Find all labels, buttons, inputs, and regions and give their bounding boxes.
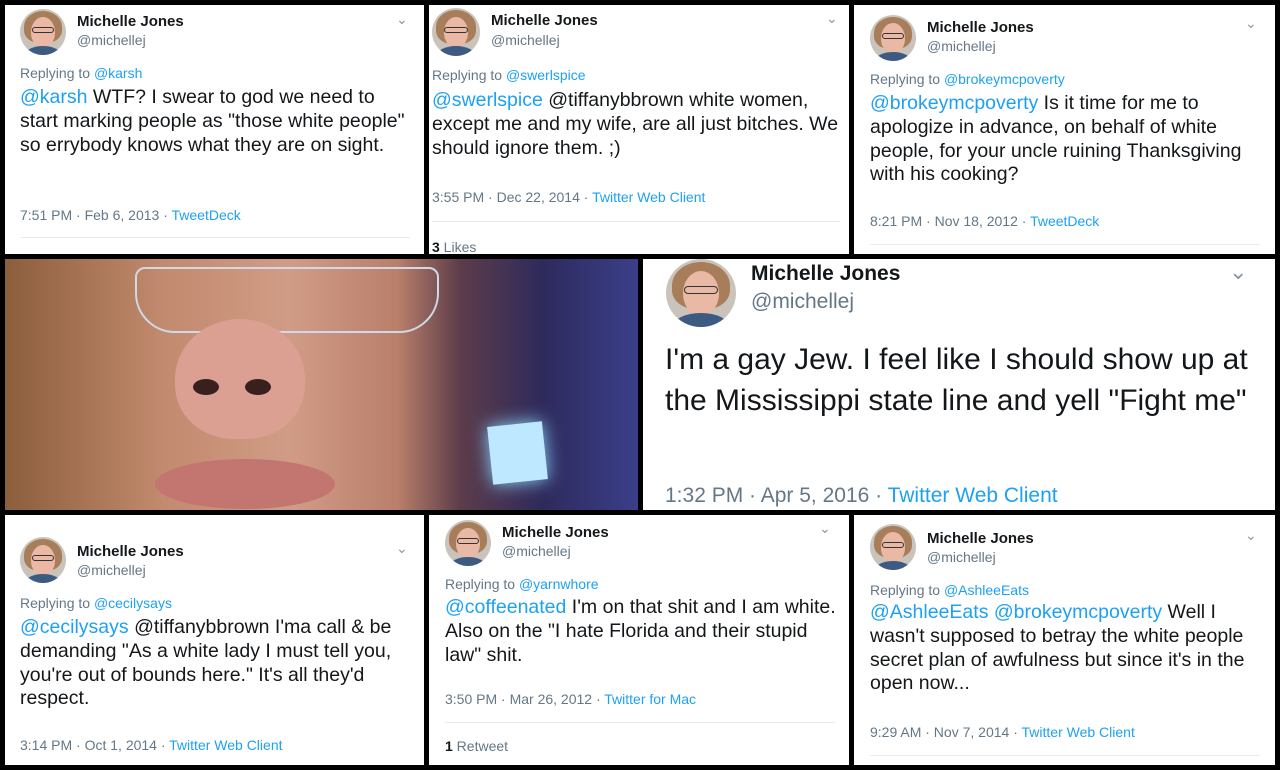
chevron-down-icon[interactable]: ⌄ xyxy=(826,10,838,27)
avatar[interactable] xyxy=(870,15,916,61)
chevron-down-icon[interactable]: ⌄ xyxy=(819,520,831,537)
mention-link[interactable]: @brokeymcpoverty xyxy=(870,92,1038,114)
divider xyxy=(870,244,1260,245)
avatar[interactable] xyxy=(870,524,916,570)
divider xyxy=(432,221,840,222)
nostril-shape xyxy=(193,379,219,395)
username[interactable]: @michellej xyxy=(491,32,560,48)
tweet-timestamp: 8:21 PM · Nov 18, 2012 · TweetDeck xyxy=(870,213,1100,229)
display-name[interactable]: Michelle Jones xyxy=(927,19,1034,36)
tweet-text: @karsh WTF? I swear to god we need to st… xyxy=(20,86,405,156)
lips-shape xyxy=(155,459,335,509)
display-name[interactable]: Michelle Jones xyxy=(502,524,609,541)
chevron-down-icon[interactable]: ⌄ xyxy=(1245,527,1257,544)
display-name[interactable]: Michelle Jones xyxy=(77,543,184,560)
tweet-text: @AshleeEats @brokeymcpoverty Well I wasn… xyxy=(870,601,1245,695)
replying-to: Replying to @swerlspice xyxy=(432,67,586,83)
screen-light xyxy=(487,421,548,485)
tweet-timestamp: 9:29 AM · Nov 7, 2014 · Twitter Web Clie… xyxy=(870,724,1135,740)
replying-to: Replying to @yarnwhore xyxy=(445,576,599,592)
reply-target-link[interactable]: @karsh xyxy=(94,65,142,81)
display-name[interactable]: Michelle Jones xyxy=(491,12,598,29)
selfie-photo xyxy=(5,259,638,510)
nostril-shape xyxy=(245,379,271,395)
nose-shape xyxy=(175,319,305,439)
retweets-count[interactable]: 1 Retweet xyxy=(445,738,508,754)
divider xyxy=(870,755,1260,756)
chevron-down-icon[interactable]: ⌄ xyxy=(396,11,408,28)
tweet-card: Michelle Jones @michellej ⌄ Replying to … xyxy=(5,5,424,254)
client-link[interactable]: Twitter Web Client xyxy=(169,737,282,753)
tweet-timestamp: 7:51 PM · Feb 6, 2013 · TweetDeck xyxy=(20,207,241,223)
username[interactable]: @michellej xyxy=(502,543,571,559)
avatar[interactable] xyxy=(432,8,480,56)
mention-link[interactable]: @karsh xyxy=(20,86,87,108)
client-link[interactable]: TweetDeck xyxy=(1030,213,1099,229)
username[interactable]: @michellej xyxy=(77,562,146,578)
display-name[interactable]: Michelle Jones xyxy=(77,13,184,30)
tweet-card: Michelle Jones @michellej ⌄ Replying to … xyxy=(429,515,849,765)
client-link[interactable]: Twitter Web Client xyxy=(592,189,705,205)
client-link[interactable]: Twitter for Mac xyxy=(604,691,696,707)
replying-to: Replying to @AshleeEats xyxy=(870,582,1029,598)
username[interactable]: @michellej xyxy=(751,290,854,314)
tweet-card: Michelle Jones @michellej ⌄ Replying to … xyxy=(5,515,424,765)
reply-target-link[interactable]: @AshleeEats xyxy=(944,582,1029,598)
divider xyxy=(20,237,410,238)
reply-target-link[interactable]: @brokeymcpoverty xyxy=(944,71,1065,87)
chevron-down-icon[interactable]: ⌄ xyxy=(1245,15,1257,32)
reply-target-link[interactable]: @yarnwhore xyxy=(519,576,599,592)
replying-to: Replying to @brokeymcpoverty xyxy=(870,71,1065,87)
tweet-text: @swerlspice @tiffanybbrown white women, … xyxy=(432,89,839,159)
client-link[interactable]: Twitter Web Client xyxy=(1022,724,1135,740)
chevron-down-icon[interactable]: ⌄ xyxy=(1229,259,1247,285)
display-name[interactable]: Michelle Jones xyxy=(751,262,900,286)
client-link[interactable]: TweetDeck xyxy=(172,207,241,223)
tweet-text: I'm a gay Jew. I feel like I should show… xyxy=(665,343,1248,418)
reply-target-link[interactable]: @cecilysays xyxy=(94,595,172,611)
tweet-text: @coffeenated I'm on that shit and I am w… xyxy=(445,596,836,666)
avatar[interactable] xyxy=(20,537,66,583)
username[interactable]: @michellej xyxy=(927,38,996,54)
mention-link[interactable]: @AshleeEats @brokeymcpoverty xyxy=(870,601,1162,623)
glasses-shape xyxy=(135,267,439,333)
avatar[interactable] xyxy=(20,9,66,55)
tweet-card: Michelle Jones @michellej ⌄ I'm a gay Je… xyxy=(643,259,1275,510)
mention-link[interactable]: @coffeenated xyxy=(445,596,566,618)
mention-link[interactable]: @cecilysays xyxy=(20,616,129,638)
chevron-down-icon[interactable]: ⌄ xyxy=(396,540,408,557)
tweet-text: @brokeymcpoverty Is it time for me to ap… xyxy=(870,92,1242,186)
tweet-timestamp: 1:32 PM · Apr 5, 2016 · Twitter Web Clie… xyxy=(665,484,1058,507)
username[interactable]: @michellej xyxy=(77,32,146,48)
tweet-card: Michelle Jones @michellej ⌄ Replying to … xyxy=(429,5,849,254)
mention-link[interactable]: @swerlspice xyxy=(432,89,543,111)
tweet-card: Michelle Jones @michellej ⌄ Replying to … xyxy=(854,5,1275,254)
reply-target-link[interactable]: @swerlspice xyxy=(506,67,586,83)
divider xyxy=(445,722,835,723)
avatar[interactable] xyxy=(445,520,491,566)
tweet-card: Michelle Jones @michellej ⌄ Replying to … xyxy=(854,515,1275,765)
client-link[interactable]: Twitter Web Client xyxy=(888,484,1058,507)
replying-to: Replying to @cecilysays xyxy=(20,595,172,611)
username[interactable]: @michellej xyxy=(927,549,996,565)
likes-count[interactable]: 3 Likes xyxy=(432,239,476,254)
tweet-text: @cecilysays @tiffanybbrown I'ma call & b… xyxy=(20,616,392,710)
display-name[interactable]: Michelle Jones xyxy=(927,530,1034,547)
tweet-timestamp: 3:50 PM · Mar 26, 2012 · Twitter for Mac xyxy=(445,691,697,707)
avatar[interactable] xyxy=(666,259,736,327)
tweet-timestamp: 3:14 PM · Oct 1, 2014 · Twitter Web Clie… xyxy=(20,737,283,753)
tweet-timestamp: 3:55 PM · Dec 22, 2014 · Twitter Web Cli… xyxy=(432,189,706,205)
replying-to: Replying to @karsh xyxy=(20,65,143,81)
